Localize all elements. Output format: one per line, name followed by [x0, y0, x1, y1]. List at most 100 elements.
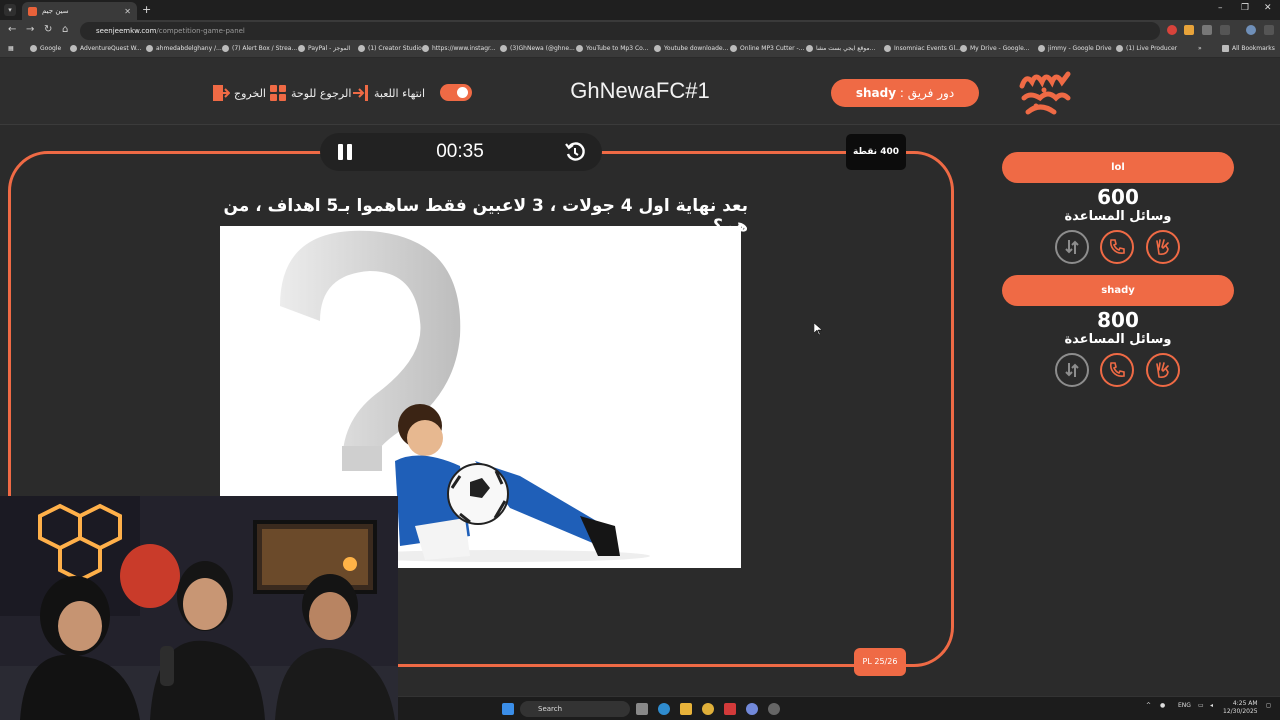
- team-card-lol: lol 600 وسائل المساعدة: [1002, 152, 1234, 266]
- more-bookmarks-icon[interactable]: »: [1198, 45, 1202, 52]
- address-bar-row: ← → ↻ ⌂ seenjeemkw.com/competition-game-…: [0, 20, 1280, 42]
- bookmark-item[interactable]: Online MP3 Cutter -...: [730, 45, 804, 52]
- search-label: Search: [538, 705, 563, 713]
- tray-overflow-icon[interactable]: ^: [1146, 702, 1151, 709]
- home-icon[interactable]: ⌂: [62, 24, 68, 35]
- url-host: seenjeemkw.com: [96, 27, 157, 35]
- tab-search-icon[interactable]: ▾: [4, 4, 16, 16]
- chrome-icon[interactable]: [702, 703, 714, 715]
- back-to-board-button[interactable]: الرجوع للوحة: [269, 84, 351, 102]
- two-answers-aid[interactable]: [1146, 230, 1180, 264]
- seen-jeem-logo: [1019, 71, 1071, 115]
- team-name: lol: [1002, 152, 1234, 183]
- bookmark-item[interactable]: Youtube downloade...: [654, 45, 728, 52]
- call-friend-aid[interactable]: [1100, 230, 1134, 264]
- team-score: 600: [1097, 185, 1139, 209]
- mouse-cursor-icon: [814, 323, 822, 335]
- game-header: الخروج الرجوع للوحة انتهاء اللعبة GhNewa…: [0, 58, 1280, 125]
- team-name: shady: [1002, 275, 1234, 306]
- start-icon[interactable]: [502, 703, 514, 715]
- network-icon[interactable]: ▭: [1198, 702, 1204, 709]
- microphone-icon[interactable]: ●: [1160, 702, 1165, 709]
- reload-icon[interactable]: ↻: [44, 24, 52, 35]
- menu-icon[interactable]: [1264, 25, 1274, 35]
- bookmark-item[interactable]: jimmy - Google Drive: [1038, 45, 1112, 52]
- extensions-icon[interactable]: [1220, 25, 1230, 35]
- bookmark-item[interactable]: https://www.instagr...: [422, 45, 496, 52]
- bookmark-item[interactable]: (7) Alert Box / Strea...: [222, 45, 297, 52]
- game-title: GhNewaFC#1: [570, 78, 710, 103]
- forward-icon[interactable]: →: [26, 24, 34, 35]
- discord-icon[interactable]: [746, 703, 758, 715]
- obs-icon[interactable]: [768, 703, 780, 715]
- webcam-feed: [0, 496, 398, 720]
- app-icon[interactable]: [724, 703, 736, 715]
- extension-icon[interactable]: [1167, 25, 1177, 35]
- turn-indicator: دور فريق : shady: [831, 79, 979, 107]
- maximize-icon[interactable]: ❐: [1241, 3, 1249, 13]
- browser-tab[interactable]: سين جيم ✕: [22, 2, 137, 20]
- notifications-icon[interactable]: ◻: [1266, 702, 1271, 709]
- phone-icon: [1109, 239, 1125, 254]
- end-game-icon: [353, 85, 368, 101]
- language-indicator[interactable]: ENG: [1178, 702, 1191, 709]
- pause-icon[interactable]: [336, 143, 354, 161]
- all-bookmarks[interactable]: All Bookmarks: [1222, 45, 1275, 52]
- end-game-button[interactable]: انتهاء اللعبة: [352, 84, 425, 102]
- volume-icon[interactable]: ◂: [1210, 702, 1213, 709]
- swap-icon: [1065, 363, 1079, 377]
- minimize-icon[interactable]: –: [1218, 3, 1223, 13]
- bookmark-item[interactable]: موقع ايجي بست مشا...: [806, 45, 875, 52]
- profile-avatar[interactable]: [1246, 25, 1256, 35]
- extension-icon[interactable]: [1202, 25, 1212, 35]
- bookmark-item[interactable]: (1) Creator Studio: [358, 45, 422, 52]
- file-explorer-icon[interactable]: [680, 703, 692, 715]
- windows-taskbar: Search ^ ● ENG ▭ ◂ 4:25 AM 12/30/2025 ◻: [398, 696, 1280, 720]
- timer-value: 00:35: [436, 141, 484, 162]
- site-favicon-icon: [28, 6, 37, 16]
- phone-icon: [1109, 362, 1125, 377]
- system-clock[interactable]: 4:25 AM 12/30/2025: [1223, 700, 1258, 716]
- aids-label: وسائل المساعدة: [1064, 332, 1172, 347]
- swap-question-aid[interactable]: [1055, 230, 1089, 264]
- question-progress: PL 25/26: [854, 648, 906, 676]
- back-icon[interactable]: ←: [8, 24, 16, 35]
- url-input[interactable]: seenjeemkw.com/competition-game-panel: [80, 22, 1160, 40]
- url-path: /competition-game-panel: [156, 27, 245, 35]
- bookmark-item[interactable]: PayPal - الموجز: [298, 45, 350, 52]
- bookmark-item[interactable]: YouTube to Mp3 Co...: [576, 45, 648, 52]
- swap-icon: [1065, 240, 1079, 254]
- window-close-icon[interactable]: ✕: [1264, 3, 1272, 13]
- aids-label: وسائل المساعدة: [1064, 209, 1172, 224]
- edge-icon[interactable]: [658, 703, 670, 715]
- hand-icon: [1156, 239, 1169, 255]
- aids-row: [1002, 230, 1234, 266]
- bookmark-item[interactable]: ahmedabdelghany /...: [146, 45, 222, 52]
- swap-question-aid[interactable]: [1055, 353, 1089, 387]
- turn-team: shady: [855, 86, 897, 100]
- taskbar-search[interactable]: Search: [520, 701, 630, 717]
- apps-icon[interactable]: ▦: [8, 45, 14, 52]
- call-friend-aid[interactable]: [1100, 353, 1134, 387]
- back-to-board-label: الرجوع للوحة: [291, 86, 352, 100]
- bookmark-item[interactable]: Insomniac Events Gl...: [884, 45, 961, 52]
- extension-icon[interactable]: [1184, 25, 1194, 35]
- new-tab-icon[interactable]: +: [142, 3, 151, 16]
- end-game-label: انتهاء اللعبة: [374, 86, 426, 100]
- timer-bar: 00:35: [320, 133, 602, 171]
- exit-button[interactable]: الخروج: [212, 84, 266, 102]
- question-points: 400 نقطة: [846, 134, 906, 170]
- reset-timer-icon[interactable]: [564, 141, 586, 163]
- bookmark-item[interactable]: Google: [30, 45, 61, 52]
- bookmark-item[interactable]: AdventureQuest W...: [70, 45, 142, 52]
- turn-prefix: دور فريق :: [896, 86, 955, 100]
- bookmark-item[interactable]: My Drive - Google...: [960, 45, 1030, 52]
- tab-close-icon[interactable]: ✕: [124, 7, 131, 16]
- bookmark-item[interactable]: (3)GhNewa (@ghne...: [500, 45, 575, 52]
- clock-time: 4:25 AM: [1232, 700, 1258, 707]
- two-answers-aid[interactable]: [1146, 353, 1180, 387]
- task-view-icon[interactable]: [636, 703, 648, 715]
- webcam-overlay: [0, 496, 398, 720]
- game-toggle[interactable]: [440, 84, 472, 101]
- bookmark-item[interactable]: (1) Live Producer: [1116, 45, 1177, 52]
